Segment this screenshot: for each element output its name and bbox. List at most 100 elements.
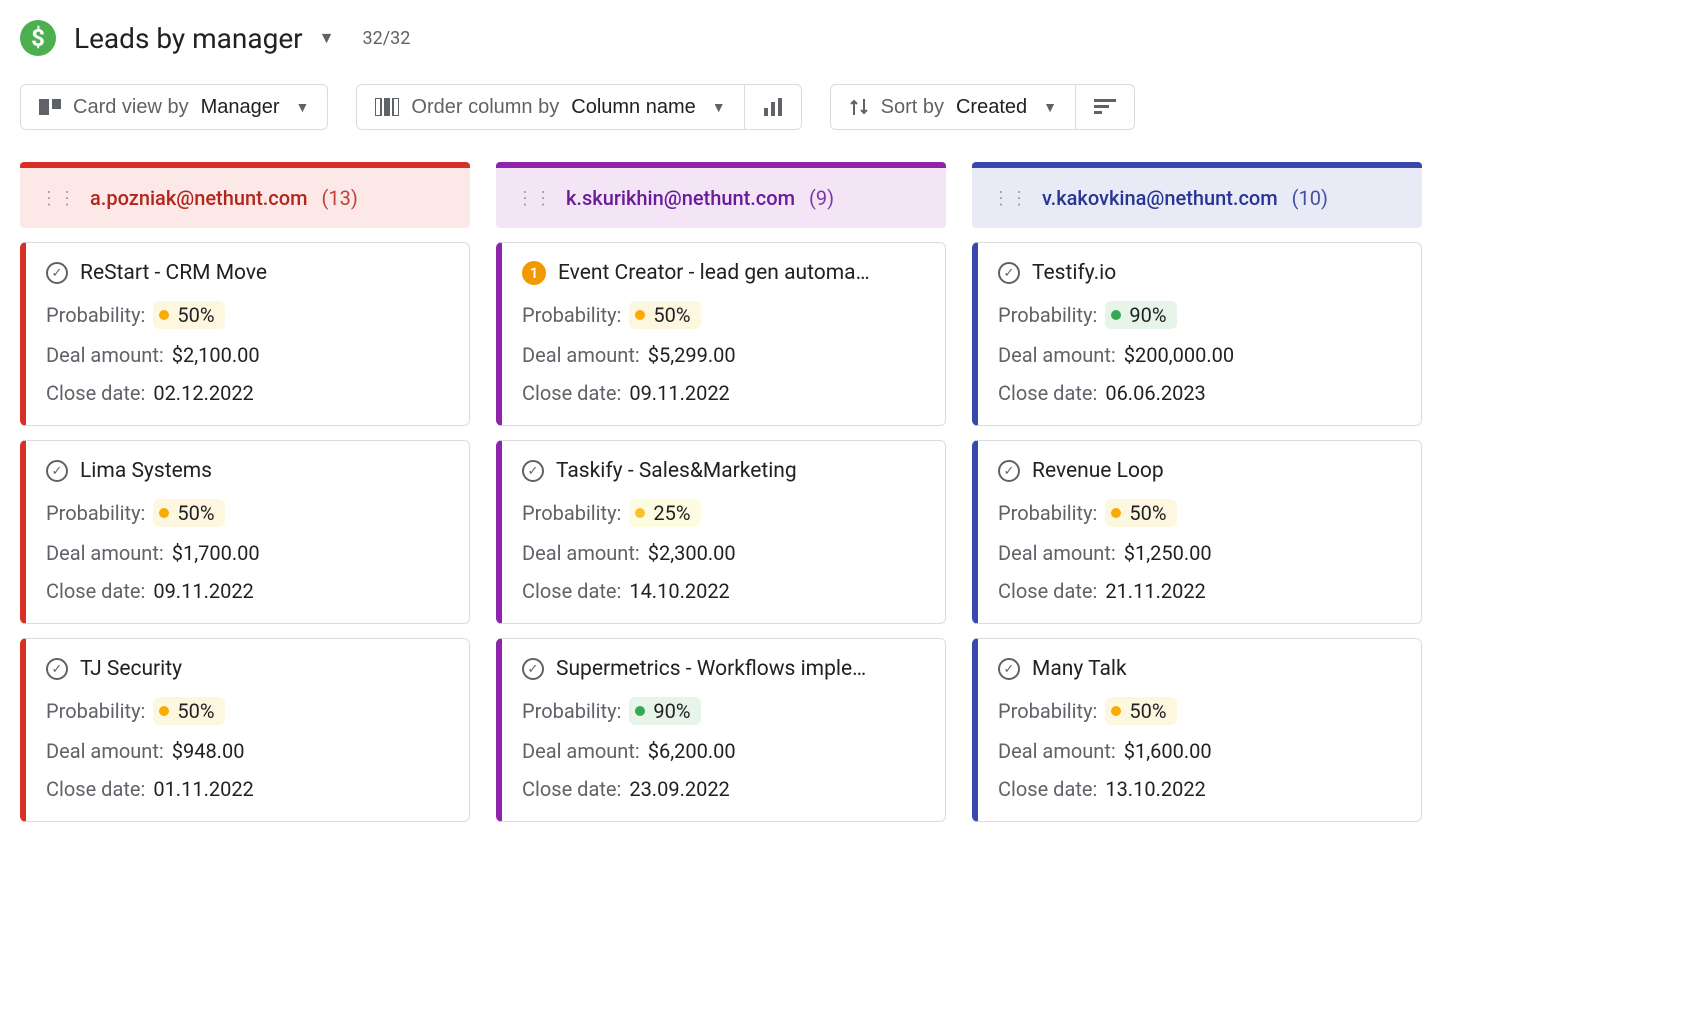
probability-label: Probability: — [998, 699, 1097, 723]
close-date-value: 06.06.2023 — [1105, 381, 1205, 405]
probability-label: Probability: — [522, 501, 621, 525]
probability-pill: 50% — [629, 301, 700, 329]
card-title-row: 1Event Creator - lead gen automa… — [522, 261, 925, 285]
close-date-value: 13.10.2022 — [1105, 777, 1205, 801]
lead-card[interactable]: ✓TJ SecurityProbability:50%Deal amount:$… — [20, 638, 470, 822]
card-list: ✓ ReStart - CRM Move Probability:50% Deal a… — [20, 242, 470, 822]
deal-amount-row: Deal amount:$948.00 — [46, 739, 449, 763]
probability-value: 50% — [1129, 699, 1166, 723]
lead-card[interactable]: 1Event Creator - lead gen automa… Probabi… — [496, 242, 946, 426]
order-selector[interactable]: Order column by Column name ▼ — [356, 84, 744, 130]
deal-amount-label: Deal amount: — [46, 343, 164, 367]
lead-card[interactable]: ✓ReStart - CRM MoveProbability:50%Deal a… — [20, 242, 470, 426]
status-dot-icon — [1111, 706, 1121, 716]
close-date-value: 14.10.2022 — [629, 579, 729, 603]
drag-handle-icon[interactable]: ⋮⋮ — [516, 188, 552, 209]
close-date-label: Close date: — [46, 777, 145, 801]
card-title-row: ✓ Revenue Loop — [998, 459, 1401, 483]
board-column: ⋮⋮ k.skurikhin@nethunt.com (9) 1Event Creat… — [496, 162, 946, 822]
status-dot-icon — [635, 310, 645, 320]
probability-row: Probability:90% — [998, 301, 1401, 329]
close-date-row: Close date:23.09.2022 — [522, 777, 925, 801]
close-date-label: Close date: — [46, 579, 145, 603]
close-date-row: Close date:09.11.2022 — [522, 381, 925, 405]
probability-pill: 50% — [153, 301, 224, 329]
close-date-value: 01.11.2022 — [153, 777, 253, 801]
check-circle-icon: ✓ — [46, 658, 68, 680]
card-title-row: ✓Testify.io — [998, 261, 1401, 285]
deal-amount-value: $6,200.00 — [648, 739, 736, 763]
deal-amount-label: Deal amount: — [46, 541, 164, 565]
probability-label: Probability: — [522, 303, 621, 327]
notification-badge-icon: 1 — [522, 261, 546, 285]
probability-value: 90% — [653, 699, 690, 723]
status-dot-icon — [159, 310, 169, 320]
sort-icon — [849, 97, 869, 117]
probability-row: Probability:50% — [46, 499, 449, 527]
deal-amount-value: $1,600.00 — [1124, 739, 1212, 763]
check-circle-icon: ✓ — [998, 460, 1020, 482]
column-count: (9) — [809, 186, 834, 210]
column-header[interactable]: ⋮⋮v.kakovkina@nethunt.com(10) — [972, 168, 1422, 228]
status-dot-icon — [635, 706, 645, 716]
column-title: a.pozniak@nethunt.com — [90, 186, 308, 210]
probability-pill: 50% — [153, 697, 224, 725]
deal-amount-label: Deal amount: — [522, 343, 640, 367]
probability-label: Probability: — [998, 501, 1097, 525]
status-dot-icon — [159, 508, 169, 518]
check-circle-icon: ✓ — [46, 460, 68, 482]
close-date-row: Close date:21.11.2022 — [998, 579, 1401, 603]
deal-amount-label: Deal amount: — [522, 739, 640, 763]
sort-selector[interactable]: Sort by Created ▼ — [830, 84, 1076, 130]
deal-amount-value: $948.00 — [172, 739, 245, 763]
close-date-value: 09.11.2022 — [629, 381, 729, 405]
deal-amount-row: Deal amount: $6,200.00 — [522, 739, 925, 763]
kanban-board: ⋮⋮a.pozniak@nethunt.com(13)✓ReStart - CR… — [20, 162, 1680, 822]
lead-card[interactable]: ✓Revenue LoopProbability:50%Deal amount:… — [972, 440, 1422, 624]
view-value: Manager — [201, 95, 280, 119]
column-stats-button[interactable] — [745, 84, 802, 130]
close-date-row: Close date:06.06.2023 — [998, 381, 1401, 405]
check-circle-icon: ✓ — [522, 658, 544, 680]
column-header[interactable]: ⋮⋮a.pozniak@nethunt.com(13) — [20, 168, 470, 228]
lead-card[interactable]: ✓Supermetrics - Workflows imple…Probabil… — [496, 638, 946, 822]
column-title: k.skurikhin@nethunt.com — [566, 186, 795, 210]
probability-pill: 50% — [153, 499, 224, 527]
card-title: ReStart - CRM Move — [80, 261, 267, 285]
view-selector[interactable]: Card view by Manager ▼ — [20, 84, 328, 130]
close-date-value: 09.11.2022 — [153, 579, 253, 603]
close-date-value: 21.11.2022 — [1105, 579, 1205, 603]
sort-direction-button[interactable] — [1076, 84, 1135, 130]
deal-amount-value: $2,300.00 — [648, 541, 736, 565]
deal-amount-row: Deal amount:$1,250.00 — [998, 541, 1401, 565]
probability-label: Probability: — [522, 699, 621, 723]
board-column: ⋮⋮v.kakovkina@nethunt.com(10) ✓Testify.io… — [972, 162, 1422, 822]
lead-card[interactable]: ✓Lima SystemsProbability:50%Deal amount:… — [20, 440, 470, 624]
board-column: ⋮⋮a.pozniak@nethunt.com(13)✓ReStart - CR… — [20, 162, 470, 822]
lead-card[interactable]: ✓Many TalkProbability:50%Deal amount:$1,… — [972, 638, 1422, 822]
status-dot-icon — [635, 508, 645, 518]
sort-desc-icon — [1094, 99, 1116, 115]
probability-pill: 50% — [1105, 697, 1176, 725]
probability-row: Probability:50% — [46, 301, 449, 329]
drag-handle-icon[interactable]: ⋮⋮ — [992, 188, 1028, 209]
deal-amount-row: Deal amount:$1,700.00 — [46, 541, 449, 565]
deal-amount-row: Deal amount:$2,100.00 — [46, 343, 449, 367]
sort-prefix: Sort by — [881, 95, 944, 119]
card-title: Revenue Loop — [1032, 459, 1164, 483]
page-title-group[interactable]: Leads by manager ▼ — [74, 22, 335, 55]
close-date-value: 02.12.2022 — [153, 381, 253, 405]
lead-card[interactable]: ✓Testify.ioProbability:90%Deal amount:$2… — [972, 242, 1422, 426]
sort-group: Sort by Created ▼ — [830, 84, 1135, 130]
probability-value: 25% — [653, 501, 690, 525]
lead-card[interactable]: ✓Taskify - Sales&MarketingProbability:25… — [496, 440, 946, 624]
card-view-icon — [39, 98, 61, 116]
deal-amount-value: $1,250.00 — [1124, 541, 1212, 565]
column-header[interactable]: ⋮⋮ k.skurikhin@nethunt.com (9) — [496, 168, 946, 228]
drag-handle-icon[interactable]: ⋮⋮ — [40, 188, 76, 209]
status-dot-icon — [1111, 310, 1121, 320]
chevron-down-icon[interactable]: ▼ — [319, 28, 335, 48]
check-circle-icon: ✓ — [998, 262, 1020, 284]
card-title: TJ Security — [80, 657, 182, 681]
deal-amount-value: $200,000.00 — [1124, 343, 1234, 367]
